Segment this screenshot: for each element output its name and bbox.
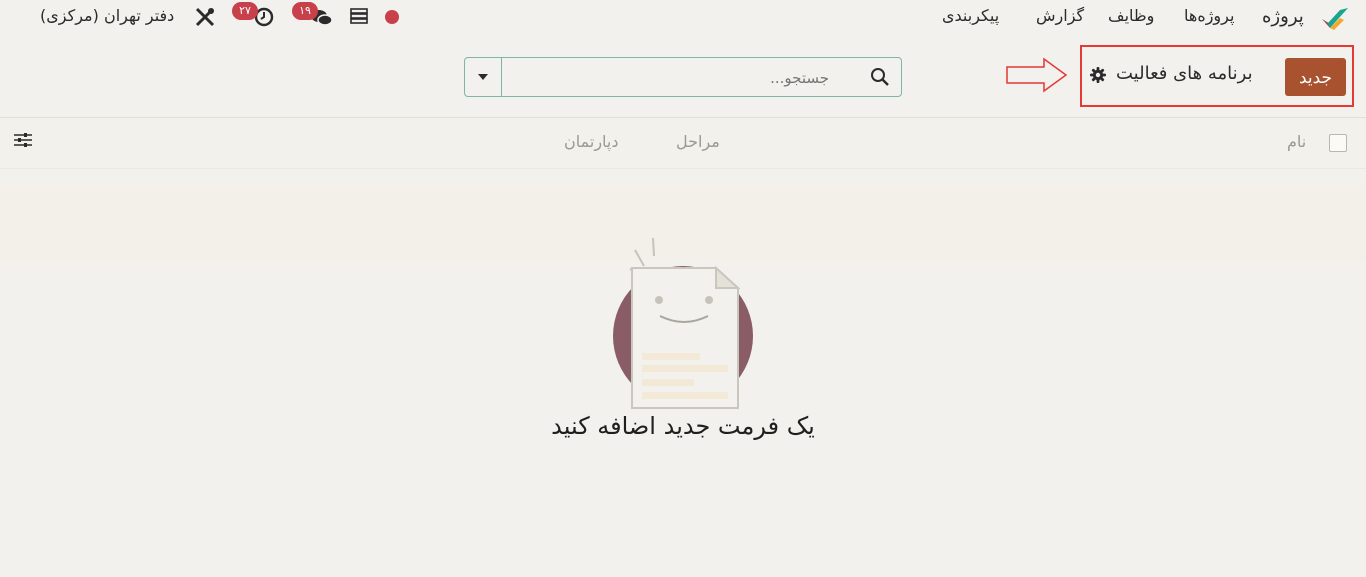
messages-badge: ۱۹ — [292, 2, 318, 20]
new-button[interactable]: جدید — [1285, 58, 1346, 96]
search-options-toggle[interactable] — [465, 58, 502, 96]
menu-tasks[interactable]: وظایف — [1108, 6, 1154, 25]
annotation-arrow-icon — [1006, 57, 1068, 93]
empty-folder-illustration-icon — [613, 237, 753, 409]
caret-down-icon — [478, 74, 488, 80]
optional-columns-icon[interactable] — [13, 130, 33, 150]
list-header: نام مراحل دپارتمان — [0, 117, 1366, 169]
server-icon[interactable] — [350, 8, 368, 24]
activity-badge: ۲۷ — [232, 2, 258, 20]
column-header-stages[interactable]: مراحل — [676, 132, 720, 151]
empty-state-title: یک فرمت جدید اضافه کنید — [551, 412, 815, 440]
app-name[interactable]: پروژه — [1262, 6, 1304, 27]
search-icon[interactable] — [870, 67, 890, 87]
breadcrumb-title: برنامه های فعالیت — [1116, 63, 1253, 84]
menu-configuration[interactable]: پیکربندی — [942, 6, 999, 25]
company-switcher[interactable]: دفتر تهران (مرکزی) — [40, 6, 174, 25]
column-header-department[interactable]: دپارتمان — [564, 132, 619, 151]
search-bar — [464, 57, 902, 97]
status-dot-icon[interactable] — [385, 10, 399, 24]
tools-icon[interactable] — [194, 6, 216, 28]
menu-projects[interactable]: پروژه‌ها — [1184, 6, 1234, 25]
gear-icon[interactable] — [1089, 66, 1107, 84]
search-input[interactable] — [505, 62, 831, 94]
menu-reporting[interactable]: گزارش — [1036, 6, 1084, 25]
select-all-checkbox[interactable] — [1329, 134, 1347, 152]
column-header-name[interactable]: نام — [1287, 132, 1306, 151]
app-logo-icon[interactable] — [1320, 6, 1350, 32]
